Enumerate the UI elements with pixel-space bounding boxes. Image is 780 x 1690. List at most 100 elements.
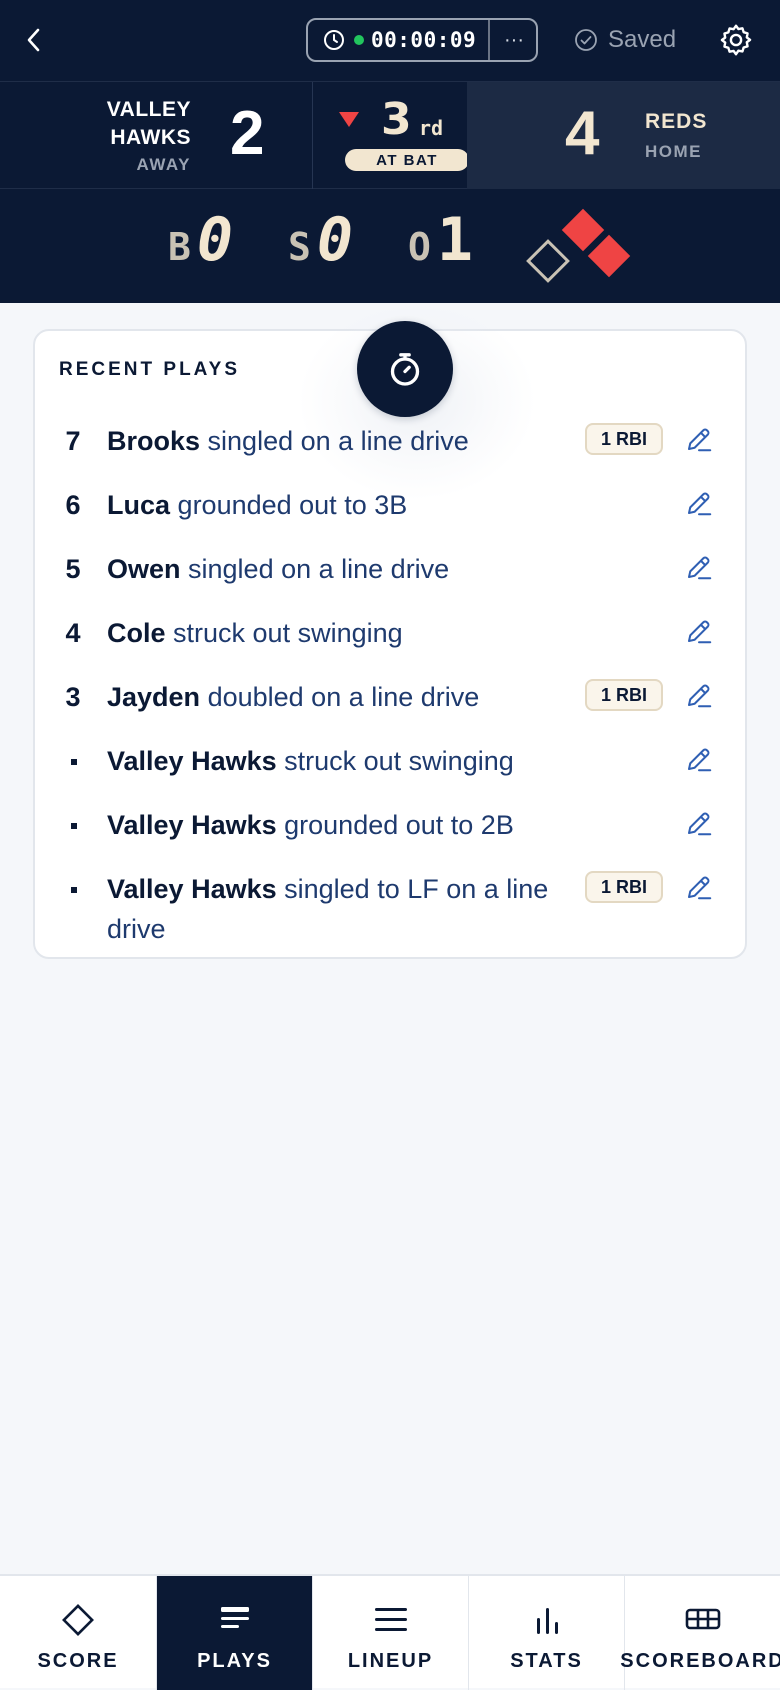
play-text: Valley Hawks grounded out to 2B <box>107 805 557 845</box>
play-number: 3 <box>65 682 81 712</box>
play-player: Owen <box>107 554 181 584</box>
pencil-icon <box>688 428 712 452</box>
tab-plays-label: PLAYS <box>197 1650 272 1672</box>
play-description: singled on a line drive <box>207 426 469 456</box>
strikes-label: S <box>288 225 311 269</box>
play-text: Valley Hawks struck out swinging <box>107 741 557 781</box>
game-timer[interactable]: 00:00:09 ··· <box>306 18 538 62</box>
check-circle-icon <box>575 29 597 51</box>
tab-stats-label: STATS <box>510 1650 583 1672</box>
balls-label: B <box>168 225 191 269</box>
home-team-score: 4 REDS HOME <box>467 82 780 190</box>
edit-play-button[interactable] <box>679 869 719 905</box>
play-number: 4 <box>65 618 81 648</box>
play-text: Brooks singled on a line drive <box>107 421 557 461</box>
diamond-icon <box>58 1600 98 1640</box>
recent-plays-card: RECENT PLAYS 7 Brooks singled on a line d… <box>33 301 747 959</box>
timer-more-button[interactable]: ··· <box>490 20 538 60</box>
home-role-label: HOME <box>645 142 702 161</box>
play-description: struck out swinging <box>284 746 514 776</box>
play-player: Valley Hawks <box>107 874 277 904</box>
top-bar: 00:00:09 ··· Saved <box>0 0 780 81</box>
play-bullet <box>71 887 77 893</box>
pencil-icon <box>688 556 712 580</box>
away-team-name: VALLEY HAWKS <box>11 96 191 152</box>
play-description: struck out swinging <box>173 618 403 648</box>
outs-label: O <box>408 225 431 269</box>
save-status: Saved <box>574 22 676 58</box>
edit-play-button[interactable] <box>679 741 719 777</box>
rbi-badge: 1 RBI <box>585 871 663 903</box>
away-name-line2: HAWKS <box>110 126 191 149</box>
play-description: singled on a line drive <box>188 554 450 584</box>
tab-lineup[interactable]: LINEUP <box>313 1576 469 1690</box>
outs-count: O 1 <box>408 205 473 275</box>
play-description: doubled on a line drive <box>207 682 480 712</box>
play-text: Jayden doubled on a line drive <box>107 677 557 717</box>
pencil-icon <box>688 812 712 836</box>
play-description: grounded out to 2B <box>284 810 514 840</box>
stopwatch-icon <box>390 353 420 386</box>
settings-button[interactable] <box>716 18 756 62</box>
bar-chart-icon <box>527 1600 567 1640</box>
tab-stats[interactable]: STATS <box>469 1576 625 1690</box>
strikes-value: 0 <box>316 205 354 275</box>
pencil-icon <box>688 876 712 900</box>
edit-play-button[interactable] <box>679 485 719 521</box>
balls-value: 0 <box>196 205 234 275</box>
edit-play-button[interactable] <box>679 549 719 585</box>
pencil-icon <box>688 684 712 708</box>
edit-play-button[interactable] <box>679 677 719 713</box>
edit-play-button[interactable] <box>679 613 719 649</box>
play-number: 5 <box>65 554 81 584</box>
rbi-badge: 1 RBI <box>585 423 663 455</box>
play-player: Cole <box>107 618 166 648</box>
play-bullet <box>71 759 77 765</box>
play-number: 7 <box>65 426 81 456</box>
at-bat-badge: AT BAT <box>345 149 469 171</box>
play-text: Owen singled on a line drive <box>107 549 557 589</box>
bases-diamond-icon <box>526 208 631 283</box>
rbi-badge: 1 RBI <box>585 679 663 711</box>
recent-plays-title: RECENT PLAYS <box>59 359 240 380</box>
bottom-half-triangle-icon <box>339 112 359 127</box>
plays-list-icon <box>215 1600 255 1640</box>
play-bullet <box>71 823 77 829</box>
outs-value: 1 <box>436 205 474 275</box>
home-runs: 4 <box>565 99 600 168</box>
edit-play-button[interactable] <box>679 805 719 841</box>
edit-play-button[interactable] <box>679 421 719 457</box>
scoreboard-icon <box>683 1600 723 1640</box>
back-button[interactable] <box>14 18 54 62</box>
away-role-label: AWAY <box>136 155 191 174</box>
home-team-name: REDS <box>645 110 708 133</box>
tab-score[interactable]: SCORE <box>0 1576 157 1690</box>
tab-scoreboard-label: SCOREBOARD <box>620 1650 780 1672</box>
back-chevron-icon <box>27 28 40 52</box>
tab-scoreboard[interactable]: SCOREBOARD <box>620 1576 780 1690</box>
timer-running-indicator <box>354 35 364 45</box>
saved-label: Saved <box>608 26 677 53</box>
play-player: Luca <box>107 490 171 520</box>
play-player: Brooks <box>107 426 201 456</box>
inning-indicator: 3 rd AT BAT <box>312 82 469 190</box>
away-runs: 2 <box>230 99 265 168</box>
tab-score-label: SCORE <box>37 1650 119 1672</box>
lineup-list-icon <box>371 1600 411 1640</box>
play-player: Jayden <box>107 682 201 712</box>
tab-plays[interactable]: PLAYS <box>157 1576 313 1690</box>
away-team-score: VALLEY HAWKS AWAY 2 <box>0 82 312 190</box>
inning-suffix: rd <box>419 116 444 140</box>
inning-number: 3 <box>381 94 412 145</box>
pencil-icon <box>688 748 712 772</box>
count-bar: B 0 S 0 O 1 <box>0 189 780 303</box>
stopwatch-button[interactable] <box>357 321 453 417</box>
play-text: Cole struck out swinging <box>107 613 557 653</box>
tab-lineup-label: LINEUP <box>347 1650 434 1672</box>
clock-icon <box>322 28 348 52</box>
scoreboard: VALLEY HAWKS AWAY 2 3 rd AT BAT 4 REDS H… <box>0 81 780 190</box>
timer-value: 00:00:09 <box>371 28 477 52</box>
balls-count: B 0 <box>168 205 233 275</box>
play-number: 6 <box>65 490 81 520</box>
play-text: Valley Hawks singled to LF on a line dri… <box>107 869 557 949</box>
